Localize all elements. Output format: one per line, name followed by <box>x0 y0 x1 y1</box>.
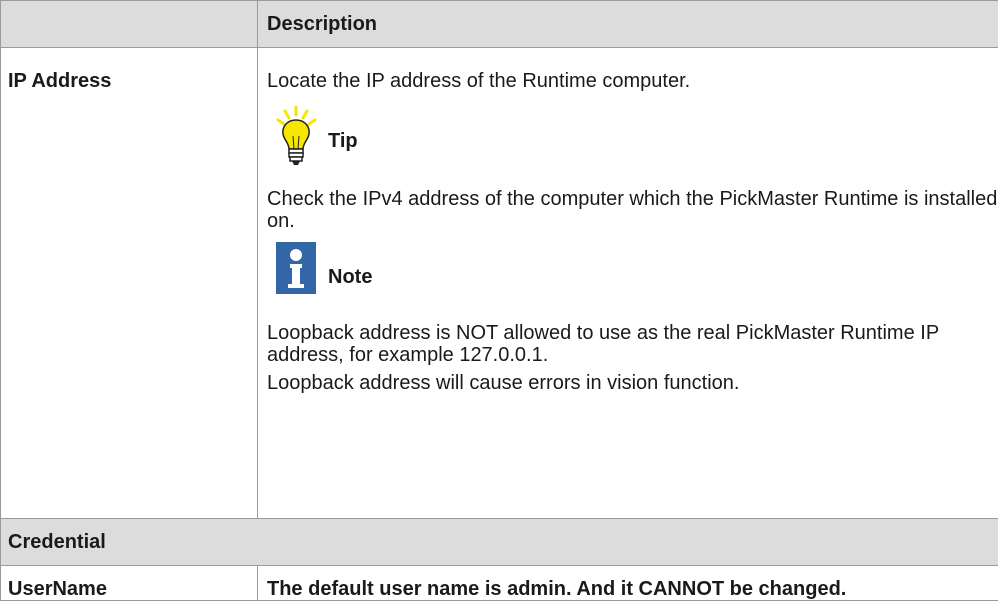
username-label-cell: UserName <box>1 566 258 601</box>
note-title: Note <box>328 266 372 288</box>
credential-cell: Credential <box>1 519 998 566</box>
username-label: UserName <box>1 566 257 600</box>
table-header-row: Description <box>1 1 998 48</box>
credential-label: Credential <box>1 531 106 553</box>
note-text-1: Loopback address is NOT allowed to use a… <box>258 322 998 366</box>
info-icon <box>275 240 319 301</box>
ip-address-description-cell: Locate the IP address of the Runtime com… <box>258 48 998 519</box>
username-description: The default user name is admin. And it C… <box>258 566 998 600</box>
parameter-table: Description IP Address Locate the IP add… <box>0 0 998 601</box>
ip-address-label: IP Address <box>1 48 257 92</box>
tip-admonition: Tip <box>258 106 998 174</box>
table-row-ip-address: IP Address Locate the IP address of the … <box>1 48 998 519</box>
username-description-cell: The default user name is admin. And it C… <box>258 566 998 601</box>
table-row-credential: Credential <box>1 519 998 566</box>
lightbulb-icon <box>275 106 319 175</box>
table-row-username: UserName The default user name is admin.… <box>1 566 998 601</box>
note-text-2: Loopback address will cause errors in vi… <box>258 372 998 394</box>
header-cell-description: Description <box>258 1 998 48</box>
note-admonition: Note <box>258 242 998 310</box>
tip-title: Tip <box>328 130 358 152</box>
header-description-label: Description <box>258 13 377 35</box>
ip-address-label-cell: IP Address <box>1 48 258 519</box>
ip-locate-text: Locate the IP address of the Runtime com… <box>258 48 998 92</box>
header-cell-empty <box>1 1 258 48</box>
tip-text: Check the IPv4 address of the computer w… <box>258 188 998 232</box>
